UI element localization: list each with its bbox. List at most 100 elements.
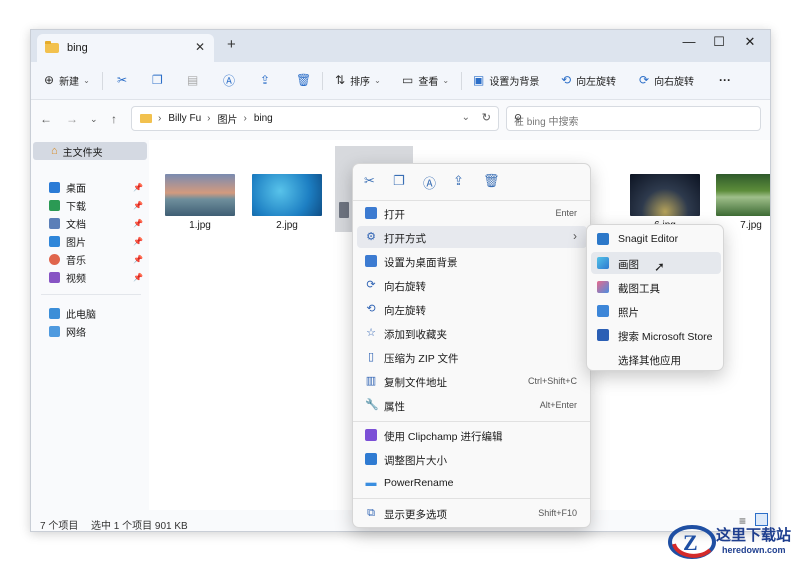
cut-button[interactable]: ✂ — [117, 71, 132, 89]
file-name[interactable]: 2.jpg — [252, 220, 322, 231]
menu-item-shortcut: Ctrl+Shift+C — [527, 376, 577, 386]
back-arrow-icon[interactable]: ← — [40, 112, 52, 126]
delete-icon[interactable]: 🗑 — [483, 173, 500, 189]
sort-button[interactable]: ⇅ 排序 ⌄ — [335, 71, 381, 89]
set-background-label: 设置为背景 — [489, 76, 540, 88]
menu-item-open-with[interactable]: ⚙ 打开方式 › — [357, 226, 587, 248]
sidebar-divider — [41, 294, 141, 295]
share-button[interactable]: ⇪ — [260, 71, 275, 89]
copy-icon: ❐ — [152, 73, 163, 87]
recent-chevron-icon[interactable]: ⌄ — [90, 114, 98, 125]
thumbnail-6[interactable] — [630, 174, 700, 216]
menu-item-set-desktop-background[interactable]: 设置为桌面背景 — [357, 250, 587, 272]
sidebar-item-this-pc[interactable]: 此电脑 — [49, 306, 147, 321]
sidebar-label: 文档 — [66, 219, 86, 231]
menu-item-label: 属性 — [384, 401, 405, 413]
breadcrumb-pictures[interactable]: 图片 — [217, 111, 237, 126]
menu-item-clipchamp[interactable]: 使用 Clipchamp 进行编辑 — [357, 424, 587, 446]
copy-button[interactable]: ❐ — [152, 71, 168, 89]
sidebar-item-videos[interactable]: 视频 📌 — [49, 270, 147, 285]
new-button[interactable]: ⊕ 新建 ⌄ — [44, 71, 90, 89]
more-options-button[interactable]: ··· — [719, 71, 731, 89]
menu-item-resize-image[interactable]: 调整图片大小 — [357, 448, 587, 470]
file-name[interactable]: 1.jpg — [165, 220, 235, 231]
menu-item-show-more-options[interactable]: ⧉ 显示更多选项 Shift+F10 — [357, 502, 587, 524]
submenu-item-snipping-tool[interactable]: 截图工具 — [591, 276, 721, 298]
rename-button[interactable]: Ⓐ — [223, 71, 240, 89]
menu-divider — [353, 421, 590, 422]
close-button[interactable]: ✕ — [735, 34, 765, 50]
minimize-button[interactable]: — — [674, 34, 704, 49]
rotate-left-icon: ⟲ — [561, 73, 572, 87]
menu-item-open[interactable]: 打开 Enter — [357, 202, 587, 224]
file-name[interactable]: 7.jpg — [716, 220, 770, 231]
thumbnail-selected-partial[interactable] — [339, 202, 349, 218]
paste-button[interactable]: ▤ — [187, 71, 203, 89]
breadcrumb-chevron-icon: › — [243, 113, 247, 124]
tab-close-icon[interactable]: ✕ — [195, 40, 205, 54]
star-icon: ☆ — [366, 327, 376, 339]
store-icon — [597, 329, 609, 341]
menu-item-label: 使用 Clipchamp 进行编辑 — [384, 431, 503, 443]
menu-item-add-to-favorites[interactable]: ☆ 添加到收藏夹 — [357, 322, 587, 344]
sidebar-item-pictures[interactable]: 图片 📌 — [49, 234, 147, 249]
share-icon[interactable]: ⇪ — [453, 173, 464, 189]
menu-item-label: 添加到收藏夹 — [384, 329, 447, 341]
submenu-item-microsoft-store[interactable]: 搜索 Microsoft Store — [591, 324, 721, 346]
submenu-item-snagit[interactable]: Snagit Editor — [591, 228, 721, 250]
copy-icon[interactable]: ❐ — [393, 173, 405, 189]
menu-item-compress-zip[interactable]: ▯ 压缩为 ZIP 文件 — [357, 346, 587, 368]
sidebar-item-network[interactable]: 网络 — [49, 324, 147, 339]
submenu-item-label: 照片 — [618, 307, 639, 319]
delete-button[interactable]: 🗑 — [296, 71, 316, 89]
submenu-item-label: 截图工具 — [618, 283, 660, 295]
rotate-right-icon: ⟳ — [366, 279, 376, 291]
sidebar-item-documents[interactable]: 文档 📌 — [49, 216, 147, 231]
breadcrumb-billy-fu[interactable]: Billy Fu — [168, 113, 201, 124]
menu-item-rotate-left[interactable]: ⟲ 向左旋转 — [357, 298, 587, 320]
rename-icon[interactable]: Ⓐ — [423, 173, 436, 192]
menu-item-rotate-right[interactable]: ⟳ 向右旋转 — [357, 274, 587, 296]
search-box[interactable]: 在 bing 中搜索 ⚲ — [506, 106, 761, 131]
submenu-item-photos[interactable]: 照片 — [591, 300, 721, 322]
view-button[interactable]: ▭ 查看 ⌄ — [402, 71, 449, 89]
submenu-item-paint[interactable]: 画图 ➚ — [591, 252, 721, 274]
wallpaper-icon: ▣ — [473, 73, 485, 87]
rotate-right-label: 向右旋转 — [654, 76, 695, 88]
maximize-button[interactable]: ☐ — [704, 34, 734, 50]
music-icon — [49, 253, 60, 265]
breadcrumb-bing[interactable]: bing — [254, 113, 273, 124]
zip-icon: ▯ — [367, 351, 375, 363]
refresh-icon[interactable]: ↻ — [482, 111, 491, 124]
submenu-item-choose-app[interactable]: 选择其他应用 — [591, 348, 721, 370]
new-tab-button[interactable]: + — [227, 36, 236, 53]
menu-item-label: 复制文件地址 — [384, 377, 447, 389]
navigation-bar: ← → ⌄ ↑ › Billy Fu › 图片 › bing ⌄ ↻ 在 bin… — [31, 100, 770, 140]
menu-item-powerrename[interactable]: ▬ PowerRename — [357, 472, 587, 494]
wrench-icon: 🔧 — [365, 399, 379, 411]
sidebar-item-desktop[interactable]: 桌面 📌 — [49, 180, 147, 195]
address-dropdown-icon[interactable]: ⌄ — [462, 112, 470, 123]
chevron-down-icon: ⌄ — [83, 75, 90, 85]
rotate-left-button[interactable]: ⟲ 向左旋转 — [561, 71, 616, 89]
thumbnail-7[interactable] — [716, 174, 770, 216]
rotate-right-button[interactable]: ⟳ 向右旋转 — [639, 71, 694, 89]
menu-item-properties[interactable]: 🔧 属性 Alt+Enter — [357, 394, 587, 416]
up-arrow-icon[interactable]: ↑ — [111, 112, 117, 126]
forward-arrow-icon[interactable]: → — [66, 112, 78, 126]
sidebar-item-music[interactable]: 音乐 📌 — [49, 252, 147, 267]
thumbnail-1[interactable] — [165, 174, 235, 216]
set-background-button[interactable]: ▣ 设置为背景 — [473, 71, 539, 89]
rename-icon: Ⓐ — [223, 73, 236, 88]
tab-bing[interactable]: bing ✕ — [37, 34, 214, 62]
more-options-icon: ⧉ — [367, 507, 375, 519]
menu-item-shortcut: Enter — [555, 208, 577, 218]
address-bar[interactable]: › Billy Fu › 图片 › bing ⌄ ↻ — [131, 106, 499, 131]
cut-icon[interactable]: ✂ — [364, 173, 375, 189]
thumbnail-2[interactable] — [252, 174, 322, 216]
sidebar-item-downloads[interactable]: 下载 📌 — [49, 198, 147, 213]
sidebar-item-home[interactable]: ⌂ 主文件夹 — [33, 142, 147, 160]
menu-item-copy-path[interactable]: ▥ 复制文件地址 Ctrl+Shift+C — [357, 370, 587, 392]
sidebar-home-label: 主文件夹 — [62, 147, 103, 159]
view-label: 查看 — [418, 76, 439, 88]
